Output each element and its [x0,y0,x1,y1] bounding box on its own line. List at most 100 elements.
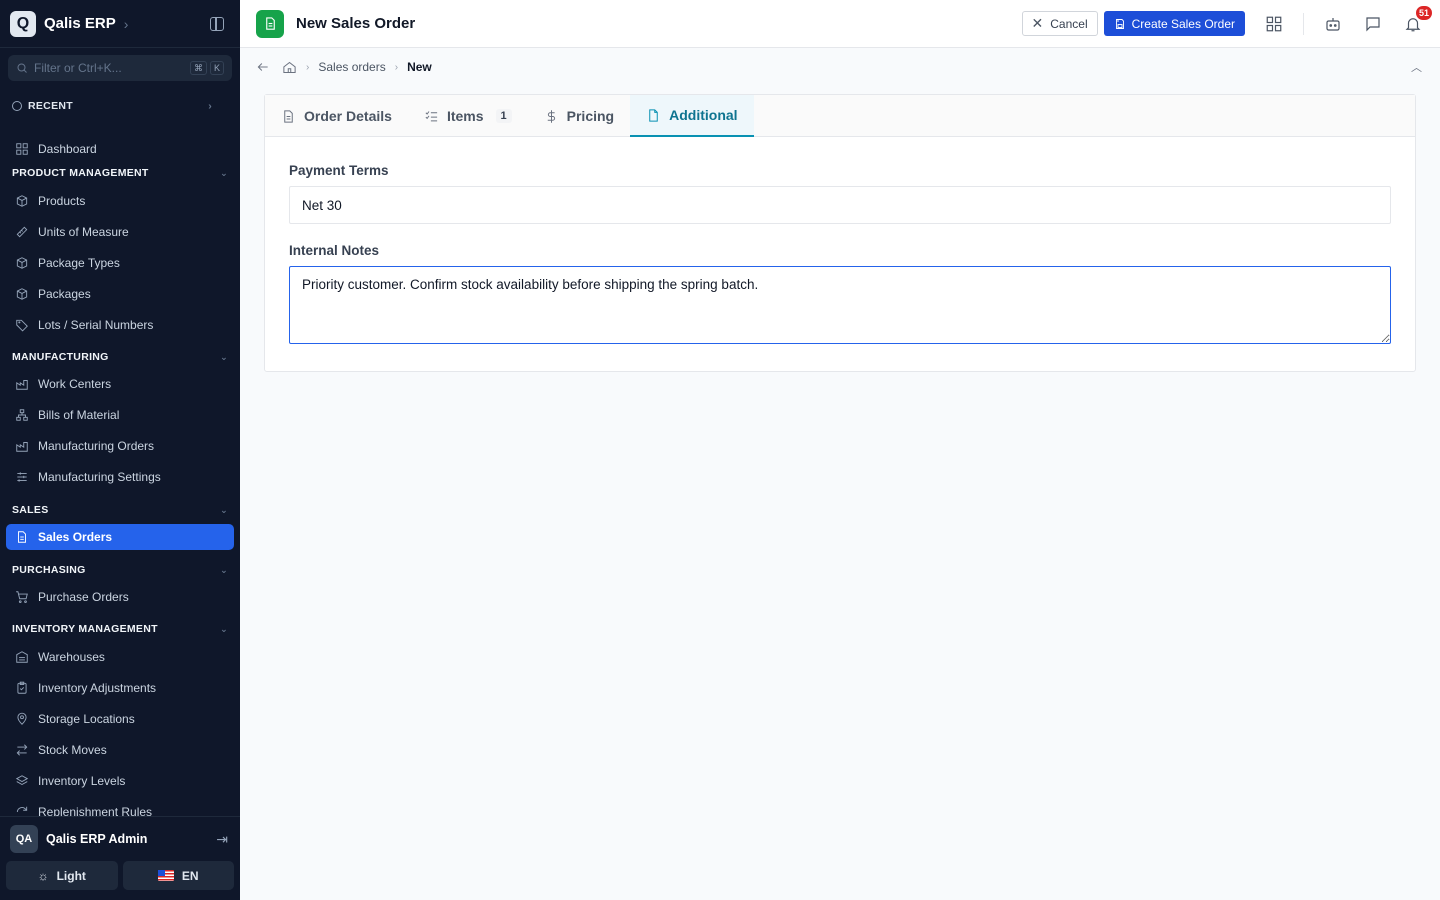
section-title: MANUFACTURING [12,351,109,363]
sidebar-collapse-icon[interactable] [210,16,224,31]
sidebar-item-label: Inventory Levels [38,774,126,788]
chevron-right-icon: › [306,61,310,73]
sidebar-section-purchasing[interactable]: PURCHASING ⌄ [12,561,228,579]
search-icon [17,63,27,73]
theme-label: Light [56,868,86,883]
create-sales-order-button[interactable]: Create Sales Order [1103,11,1245,36]
top-bar: New Sales Order ✕ Cancel Create Sales Or… [240,0,1440,48]
sidebar-item-inventory-adjustments[interactable]: Inventory Adjustments [6,675,234,701]
user-profile[interactable]: QA Qalis ERP Admin ⇥ [0,817,240,861]
layers-icon [14,773,30,789]
chevron-down-icon: ⌄ [220,564,228,575]
sidebar-section-sales[interactable]: SALES ⌄ [12,501,228,519]
sidebar-item-purchase-orders[interactable]: Purchase Orders [6,584,234,610]
breadcrumb: › Sales orders › New ︿ [240,49,1440,85]
form-tabs: Order Details Items 1 Pricing Additional [265,95,1415,137]
close-icon: ✕ [1031,15,1044,31]
box-icon [14,255,30,271]
sidebar-item-storage-locations[interactable]: Storage Locations [6,706,234,732]
sidebar-item-label: Warehouses [38,650,105,664]
sidebar-item-package-types[interactable]: Package Types [6,250,234,276]
hierarchy-icon [14,407,30,423]
breadcrumb-parent[interactable]: Sales orders [318,60,385,74]
sidebar-item-work-centers[interactable]: Work Centers [6,371,234,397]
tab-additional[interactable]: Additional [630,95,754,137]
sidebar-item-units-of-measure[interactable]: Units of Measure [6,219,234,245]
chevron-right-icon: › [208,100,212,112]
recent-toggle[interactable]: RECENT › [0,94,240,118]
tab-order-details[interactable]: Order Details [265,95,408,137]
sidebar-item-label: Inventory Adjustments [38,681,157,695]
sidebar-section-product-management[interactable]: PRODUCT MANAGEMENT ⌄ [12,164,228,182]
sidebar-item-warehouses[interactable]: Warehouses [6,644,234,670]
app-logo[interactable]: Q [10,10,36,37]
notification-badge: 51 [1414,4,1433,21]
brand-header: Q Qalis ERP › [0,0,240,48]
sidebar-item-label: Manufacturing Settings [38,470,161,484]
dollar-icon [547,109,555,123]
sidebar-item-label: Units of Measure [38,225,129,239]
sidebar-item-lots-serial-numbers[interactable]: Lots / Serial Numbers [6,312,234,338]
sidebar-item-label: Bills of Material [38,408,120,422]
breadcrumb-current: New [407,60,432,74]
chat-icon[interactable] [1362,13,1384,35]
assistant-bot-icon[interactable] [1322,13,1344,35]
sliders-icon [14,469,30,485]
cancel-button[interactable]: ✕ Cancel [1021,11,1098,36]
file-icon [649,108,658,122]
sidebar-item-stock-moves[interactable]: Stock Moves [6,737,234,763]
tab-pricing[interactable]: Pricing [528,95,630,137]
back-arrow-icon[interactable] [256,60,270,74]
additional-form: Payment Terms Internal Notes Priority cu… [265,137,1415,347]
tab-items[interactable]: Items 1 [408,95,528,137]
sidebar-item-packages[interactable]: Packages [6,281,234,307]
sidebar-item-manufacturing-settings[interactable]: Manufacturing Settings [6,464,234,490]
apps-grid-icon[interactable] [1263,13,1285,35]
clipboard-icon [14,680,30,696]
kbd-k: K [209,61,224,75]
create-label: Create Sales Order [1131,16,1235,31]
section-title: SALES [12,504,49,516]
logout-icon[interactable]: ⇥ [216,831,228,848]
avatar[interactable]: QA [10,825,38,853]
kbd-cmd: ⌘ [189,61,207,75]
save-icon [1115,18,1124,29]
theme-toggle-button[interactable]: ☼ Light [6,861,118,890]
shortcut-hint: ⌘ K [189,61,224,75]
dashboard-icon [14,141,30,157]
sidebar-filter-input[interactable]: Filter or Ctrl+K... ⌘ K [8,55,232,81]
sidebar-footer: QA Qalis ERP Admin ⇥ ☼ Light EN [0,816,240,900]
sidebar-item-label: Dashboard [38,142,97,156]
tag-icon [14,317,30,333]
sidebar-item-sales-orders[interactable]: Sales Orders [6,524,234,550]
sidebar-item-dashboard[interactable]: Dashboard [6,136,234,162]
sidebar-item-label: Work Centers [38,377,112,391]
chevron-down-icon: ⌄ [220,623,228,634]
checklist-icon [425,110,438,121]
section-title: PURCHASING [12,564,86,576]
chevron-up-icon[interactable]: ︿ [1411,59,1422,75]
sidebar-section-manufacturing[interactable]: MANUFACTURING ⌄ [12,348,228,366]
app-name[interactable]: Qalis ERP [44,15,116,32]
home-icon[interactable] [282,60,297,75]
bell-icon[interactable]: 51 [1402,4,1433,35]
document-icon [284,109,293,123]
sidebar-item-label: Sales Orders [38,530,113,544]
language-label: EN [181,868,199,883]
sidebar-item-label: Packages [38,287,91,301]
sidebar-item-bills-of-material[interactable]: Bills of Material [6,402,234,428]
divider [1303,12,1304,35]
chevron-right-icon[interactable]: › [124,16,129,32]
sidebar-item-manufacturing-orders[interactable]: Manufacturing Orders [6,433,234,459]
warehouse-icon [14,649,30,665]
sidebar-item-label: Products [38,194,86,208]
sidebar-item-inventory-levels[interactable]: Inventory Levels [6,768,234,794]
user-name[interactable]: Qalis ERP Admin [46,832,147,846]
payment-terms-input[interactable] [289,186,1391,224]
language-button[interactable]: EN [122,861,234,890]
internal-notes-textarea[interactable]: Priority customer. Confirm stock availab… [289,266,1391,344]
box-icon [14,286,30,302]
sidebar-section-inventory-management[interactable]: INVENTORY MANAGEMENT ⌄ [12,620,228,638]
sidebar-item-label: Purchase Orders [38,590,129,604]
sidebar-item-products[interactable]: Products [6,188,234,214]
